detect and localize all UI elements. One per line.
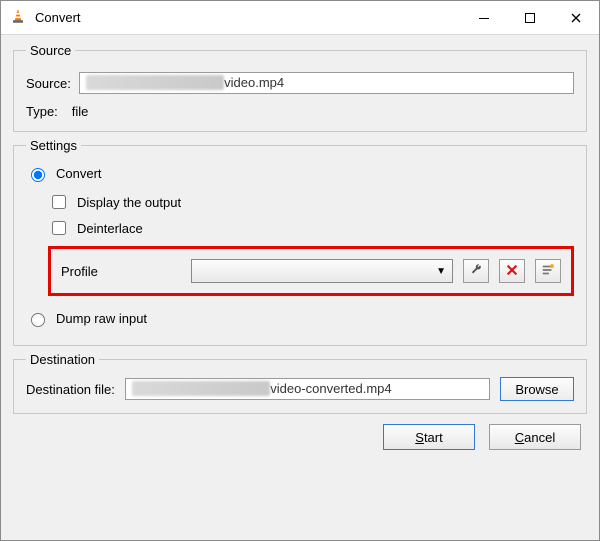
dump-radio-label: Dump raw input [56, 311, 147, 326]
destination-legend: Destination [26, 352, 99, 367]
edit-profile-button[interactable] [463, 259, 489, 283]
source-legend: Source [26, 43, 75, 58]
settings-legend: Settings [26, 138, 81, 153]
destination-group: Destination Destination file: C:\Users\x… [13, 352, 587, 414]
display-output-checkbox-input[interactable] [52, 195, 66, 209]
browse-button-label: Browse [515, 382, 558, 397]
destination-label: Destination file: [26, 382, 115, 397]
delete-profile-button[interactable] [499, 259, 525, 283]
display-output-label: Display the output [77, 195, 181, 210]
vlc-cone-icon [9, 7, 27, 28]
window-title: Convert [35, 10, 81, 25]
display-output-check[interactable]: Display the output [48, 192, 574, 212]
source-path-obscured: C:\Users\xxxxxx\Music\ [86, 75, 224, 90]
dump-radio[interactable]: Dump raw input [26, 310, 574, 327]
source-group: Source Source: C:\Users\xxxxxx\Music\vid… [13, 43, 587, 132]
type-value: file [72, 104, 89, 119]
convert-radio[interactable]: Convert [26, 165, 574, 182]
cancel-button-label: Cancel [515, 430, 555, 445]
dump-radio-input[interactable] [31, 313, 45, 327]
convert-radio-label: Convert [56, 166, 102, 181]
convert-options: Display the output Deinterlace Profile ▼ [26, 192, 574, 296]
type-label: Type: [26, 104, 58, 119]
source-label: Source: [26, 76, 71, 91]
source-field[interactable]: C:\Users\xxxxxx\Music\video.mp4 [79, 72, 574, 94]
settings-group: Settings Convert Display the output Dein… [13, 138, 587, 346]
deinterlace-check[interactable]: Deinterlace [48, 218, 574, 238]
source-filename: video.mp4 [224, 75, 284, 90]
convert-radio-input[interactable] [31, 168, 45, 182]
deinterlace-checkbox-input[interactable] [52, 221, 66, 235]
titlebar: Convert [1, 1, 599, 35]
profile-row-highlight: Profile ▼ [48, 246, 574, 296]
wrench-icon [469, 263, 483, 280]
close-button[interactable] [553, 1, 599, 35]
destination-filename: video-converted.mp4 [270, 381, 391, 396]
deinterlace-label: Deinterlace [77, 221, 143, 236]
browse-button[interactable]: Browse [500, 377, 574, 401]
cancel-button[interactable]: Cancel [489, 424, 581, 450]
convert-dialog: Convert Source Source: C:\Users\xxxxxx\M… [0, 0, 600, 541]
new-profile-button[interactable] [535, 259, 561, 283]
minimize-button[interactable] [461, 1, 507, 35]
profile-combobox[interactable]: ▼ [191, 259, 453, 283]
list-new-icon [541, 263, 555, 280]
maximize-button[interactable] [507, 1, 553, 35]
dialog-actions: Start Cancel [13, 420, 587, 456]
client-area: Source Source: C:\Users\xxxxxx\Music\vid… [1, 35, 599, 540]
x-icon [505, 263, 519, 280]
start-button-label: Start [415, 430, 442, 445]
destination-path-obscured: C:\Users\xxxxxx\Music\ [132, 381, 270, 396]
profile-label: Profile [61, 264, 181, 279]
start-button[interactable]: Start [383, 424, 475, 450]
destination-field[interactable]: C:\Users\xxxxxx\Music\video-converted.mp… [125, 378, 490, 400]
chevron-down-icon: ▼ [436, 266, 446, 277]
